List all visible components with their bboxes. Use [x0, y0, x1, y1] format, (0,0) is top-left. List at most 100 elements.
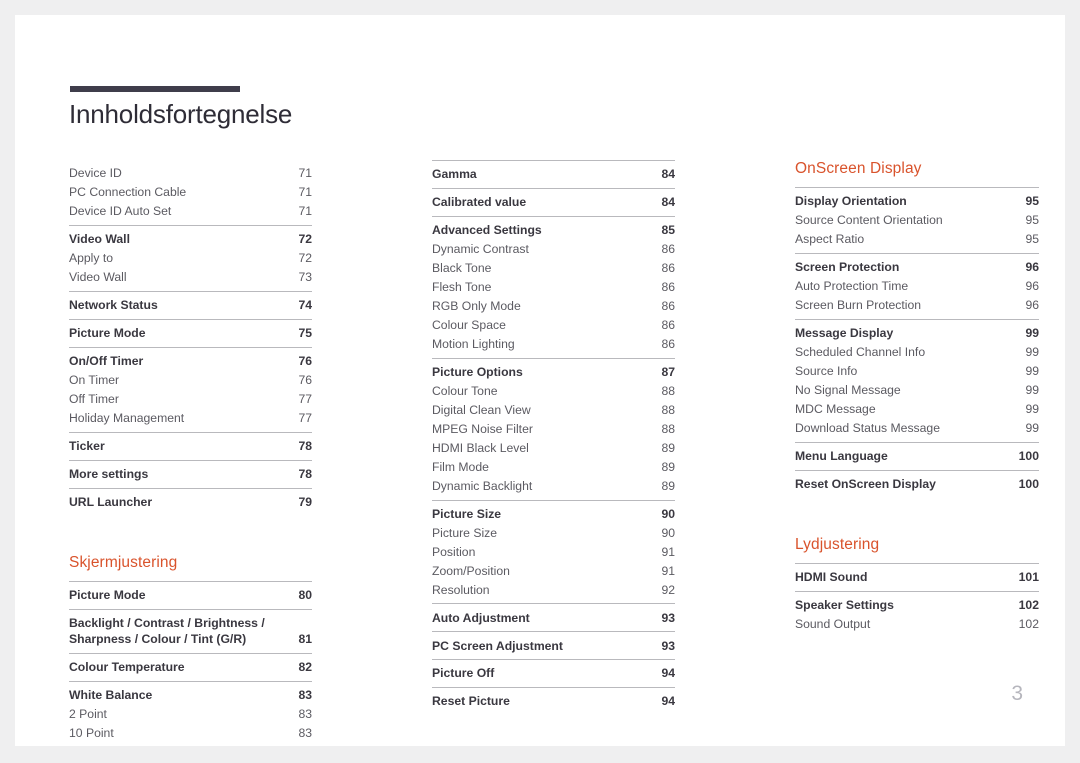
toc-entry[interactable]: Picture Options 87	[432, 363, 675, 382]
toc-group: Picture Size 90 Picture Size 90 Position 91 Zo…	[432, 499, 675, 604]
toc-entry[interactable]: PC Connection Cable 71	[69, 183, 312, 202]
toc-group: Ticker 78	[69, 431, 312, 460]
toc-entry-page: 71	[298, 204, 312, 219]
toc-entry[interactable]: No Signal Message 99	[795, 381, 1039, 400]
toc-entry[interactable]: Film Mode 89	[432, 458, 675, 477]
toc-entry[interactable]: MDC Message 99	[795, 400, 1039, 419]
toc-entry[interactable]: Message Display 99	[795, 324, 1039, 343]
toc-entry[interactable]: Holiday Management 77	[69, 409, 312, 428]
toc-entry-label: Colour Temperature	[69, 660, 185, 675]
toc-entry-label: Speaker Settings	[795, 597, 894, 612]
toc-entry[interactable]: HDMI Sound 101	[795, 568, 1039, 587]
toc-entry[interactable]: Flesh Tone 86	[432, 278, 675, 297]
toc-entry-page: 71	[298, 166, 312, 181]
toc-entry[interactable]: HDMI Black Level 89	[432, 439, 675, 458]
toc-entry[interactable]: Apply to 72	[69, 249, 312, 268]
toc-entry[interactable]: Colour Tone 88	[432, 382, 675, 401]
toc-entry[interactable]: Picture Mode 75	[69, 324, 312, 343]
toc-entry[interactable]: Digital Clean View 88	[432, 401, 675, 420]
toc-entry-label: Digital Clean View	[432, 402, 531, 417]
toc-entry[interactable]: Gamma 84	[432, 165, 675, 184]
toc-entry[interactable]: On Timer 76	[69, 371, 312, 390]
column-right: OnScreen Display Display Orientation 95 Sou…	[795, 160, 1039, 637]
toc-entry[interactable]: RGB Only Mode 86	[432, 297, 675, 316]
toc-entry-page: 76	[298, 372, 312, 387]
toc-entry[interactable]: Auto Protection Time 96	[795, 277, 1039, 296]
toc-entry[interactable]: White Balance 83	[69, 686, 312, 705]
toc-entry[interactable]: Black Tone 86	[432, 259, 675, 278]
toc-entry-page: 99	[1025, 420, 1039, 435]
toc-entry-page: 89	[661, 440, 675, 455]
toc-entry-page: 99	[1025, 382, 1039, 397]
toc-entry[interactable]: Calibrated value 84	[432, 193, 675, 212]
toc-entry-page: 83	[298, 688, 312, 703]
toc-entry-page: 100	[1018, 448, 1039, 463]
toc-entry[interactable]: 10 Point 83	[69, 724, 312, 743]
toc-entry-label: Holiday Management	[69, 410, 185, 425]
toc-entry[interactable]: Display Orientation 95	[795, 192, 1039, 211]
toc-entry[interactable]: Reset Picture 94	[432, 692, 675, 711]
toc-entry[interactable]: PC Screen Adjustment 93	[432, 636, 675, 655]
toc-entry-label: Advanced Settings	[432, 223, 542, 238]
toc-entry[interactable]: Dynamic Backlight 89	[432, 477, 675, 496]
toc-entry[interactable]: Picture Mode 80	[69, 586, 312, 605]
toc-entry[interactable]: Picture Size 90	[432, 505, 675, 524]
toc-entry[interactable]: URL Launcher 79	[69, 493, 312, 512]
toc-entry-page: 88	[661, 402, 675, 417]
toc-entry-label: On Timer	[69, 372, 120, 387]
toc-entry[interactable]: Video Wall 72	[69, 230, 312, 249]
toc-group: Device ID 71 PC Connection Cable 71 Device I…	[69, 160, 312, 225]
toc-group: Gamma 84	[432, 160, 675, 188]
toc-entry[interactable]: Position 91	[432, 542, 675, 561]
toc-entry[interactable]: Zoom/Position 91	[432, 561, 675, 580]
toc-entry[interactable]: Advanced Settings 85	[432, 221, 675, 240]
toc-entry[interactable]: Source Info 99	[795, 362, 1039, 381]
toc-entry[interactable]: MPEG Noise Filter 88	[432, 420, 675, 439]
toc-entry[interactable]: Network Status 74	[69, 296, 312, 315]
toc-entry-label: Backlight / Contrast / Brightness / Shar…	[69, 615, 265, 647]
toc-entry[interactable]: Scheduled Channel Info 99	[795, 343, 1039, 362]
toc-entry[interactable]: On/Off Timer 76	[69, 352, 312, 371]
toc-entry[interactable]: 2 Point 83	[69, 705, 312, 724]
toc-entry-label: Screen Protection	[795, 260, 900, 275]
toc-entry-label: PC Screen Adjustment	[432, 638, 563, 653]
toc-entry[interactable]: Device ID 71	[69, 164, 312, 183]
toc-entry[interactable]: Motion Lighting 86	[432, 335, 675, 354]
toc-entry[interactable]: Source Content Orientation 95	[795, 211, 1039, 230]
toc-entry-page: 93	[661, 610, 675, 625]
toc-entry-label: Picture Size	[432, 506, 502, 521]
toc-entry-page: 74	[298, 298, 312, 312]
toc-entry-page: 81	[298, 632, 312, 647]
toc-entry[interactable]: Reset OnScreen Display 100	[795, 475, 1039, 494]
toc-entry[interactable]: Picture Size 90	[432, 523, 675, 542]
toc-entry-page: 90	[661, 525, 675, 540]
toc-entry-page: 96	[1025, 279, 1039, 294]
toc-entry-label: Position	[432, 544, 476, 559]
toc-entry-page: 95	[1025, 213, 1039, 228]
toc-entry-label: 10 Point	[69, 726, 114, 741]
toc-entry[interactable]: Colour Space 86	[432, 316, 675, 335]
toc-entry-label: Colour Space	[432, 317, 506, 332]
toc-entry[interactable]: More settings 78	[69, 465, 312, 484]
toc-entry[interactable]: Screen Protection 96	[795, 258, 1039, 277]
toc-entry[interactable]: Dynamic Contrast 86	[432, 240, 675, 259]
toc-entry[interactable]: Ticker 78	[69, 437, 312, 456]
toc-entry-page: 93	[661, 638, 675, 653]
toc-entry[interactable]: Off Timer 77	[69, 390, 312, 409]
toc-entry[interactable]: Backlight / Contrast / Brightness / Shar…	[69, 614, 312, 650]
toc-entry[interactable]: Video Wall 73	[69, 268, 312, 287]
toc-entry[interactable]: Picture Off 94	[432, 664, 675, 683]
toc-entry[interactable]: Speaker Settings 102	[795, 596, 1039, 615]
toc-entry-label: Ticker	[69, 438, 105, 453]
toc-entry-label: URL Launcher	[69, 494, 153, 509]
toc-entry-page: 76	[298, 353, 312, 368]
toc-entry[interactable]: Screen Burn Protection 96	[795, 296, 1039, 315]
toc-entry[interactable]: Device ID Auto Set 71	[69, 202, 312, 221]
toc-entry[interactable]: Resolution 92	[432, 580, 675, 599]
toc-entry[interactable]: Download Status Message 99	[795, 419, 1039, 438]
toc-entry[interactable]: Colour Temperature 82	[69, 658, 312, 677]
toc-entry[interactable]: Auto Adjustment 93	[432, 608, 675, 627]
toc-entry[interactable]: Sound Output 102	[795, 615, 1039, 634]
toc-entry[interactable]: Aspect Ratio 95	[795, 230, 1039, 249]
toc-entry[interactable]: Menu Language 100	[795, 447, 1039, 466]
